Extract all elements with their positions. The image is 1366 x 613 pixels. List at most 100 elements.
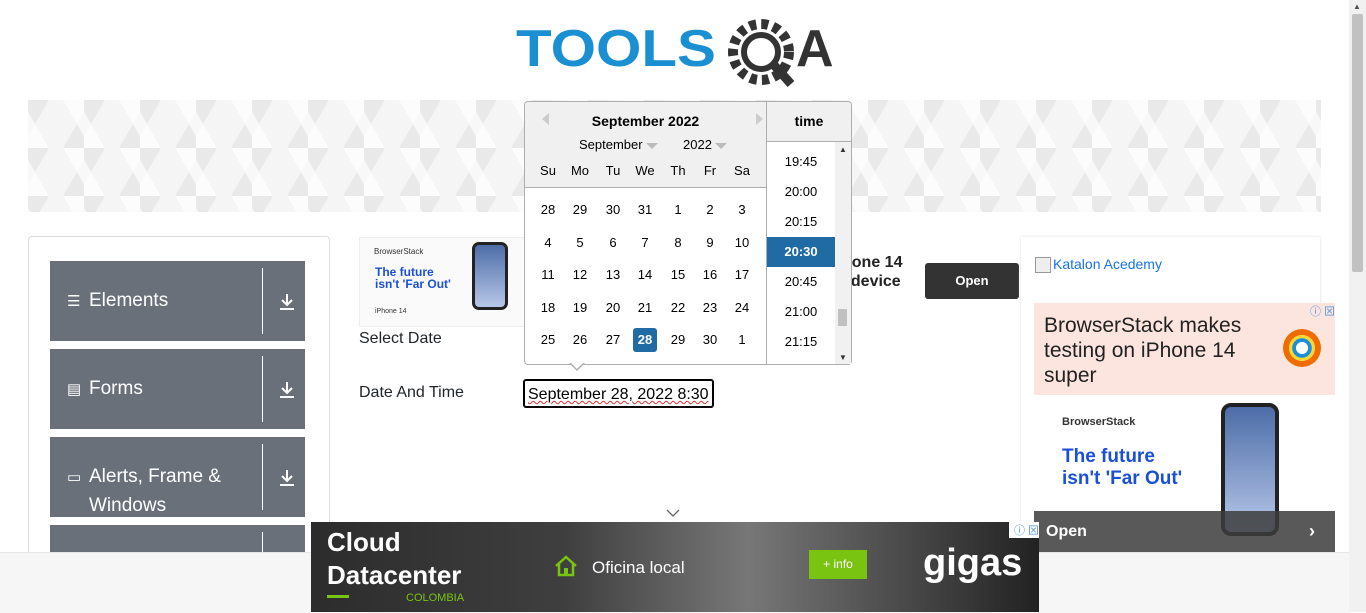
- day-name: Tu: [605, 163, 621, 178]
- window-icon: ▭: [67, 469, 82, 486]
- download-icon[interactable]: [276, 467, 298, 489]
- calendar-day[interactable]: 8: [666, 231, 690, 255]
- calendar-day[interactable]: 25: [536, 328, 560, 352]
- calendar-day[interactable]: 7: [633, 231, 657, 255]
- date-time-label: Date And Time: [359, 384, 464, 401]
- date-time-input[interactable]: September 28, 2022 8:30: [524, 380, 713, 407]
- calendar-day[interactable]: 3: [730, 198, 754, 222]
- calendar-day[interactable]: 29: [568, 198, 592, 222]
- next-month-icon[interactable]: [756, 113, 763, 125]
- ad-info-button[interactable]: + info: [809, 550, 867, 579]
- left-panel: ☰ Elements ▤ Forms ▭ Alerts, Frame & Window…: [28, 236, 330, 578]
- divider: [262, 444, 263, 510]
- calendar-day[interactable]: 5: [568, 231, 592, 255]
- calendar-day[interactable]: 15: [666, 263, 690, 287]
- time-option[interactable]: 19:45: [767, 147, 835, 177]
- calendar-day[interactable]: 17: [730, 263, 754, 287]
- accent-line: [327, 595, 349, 598]
- calendar-day[interactable]: 1: [730, 328, 754, 352]
- scroll-up-icon[interactable]: ▲: [839, 145, 847, 154]
- calendar-day[interactable]: 31: [633, 198, 657, 222]
- ad-tagline: The future isn't 'Far Out': [375, 265, 451, 291]
- ad-open-bar[interactable]: Open ›: [1034, 511, 1335, 552]
- ad-product: iPhone 14: [375, 308, 407, 315]
- day-name: Sa: [734, 163, 750, 178]
- calendar-day[interactable]: 14: [633, 263, 657, 287]
- browserstack-logo-icon: [1283, 329, 1321, 367]
- group-label: Alerts, Frame &: [89, 466, 221, 487]
- calendar-day[interactable]: 18: [536, 296, 560, 320]
- calendar-day[interactable]: 16: [698, 263, 722, 287]
- group-label: Elements: [89, 290, 169, 311]
- calendar-day[interactable]: 12: [568, 263, 592, 287]
- calendar-day[interactable]: 6: [601, 231, 625, 255]
- ad-top-section: BrowserStack makes testing on iPhone 14 …: [1034, 303, 1335, 395]
- calendar-day[interactable]: 26: [568, 328, 592, 352]
- popup-pointer-inner: [570, 362, 584, 369]
- calendar-day[interactable]: 23: [698, 296, 722, 320]
- scroll-down-icon[interactable]: ▼: [839, 353, 847, 362]
- ad-iphone-banner[interactable]: none 14 l device Open: [830, 245, 1022, 325]
- calendar-day[interactable]: 19: [568, 296, 592, 320]
- calendar-day[interactable]: 2: [698, 198, 722, 222]
- day-name: We: [635, 163, 655, 178]
- svg-text:A: A: [796, 20, 834, 78]
- calendar-day[interactable]: 10: [730, 231, 754, 255]
- scroll-thumb[interactable]: [838, 309, 847, 326]
- group-elements[interactable]: ☰ Elements: [50, 261, 305, 341]
- time-option-selected[interactable]: 20:30: [767, 237, 835, 267]
- calendar-day[interactable]: 21: [633, 296, 657, 320]
- time-option[interactable]: 21:15: [767, 327, 835, 357]
- ad-title: Cloud Datacenter: [327, 527, 462, 590]
- month-dropdown[interactable]: September: [579, 137, 658, 152]
- phone-image: [472, 242, 508, 310]
- calendar-day[interactable]: 29: [666, 328, 690, 352]
- group-forms[interactable]: ▤ Forms: [50, 349, 305, 429]
- year-dropdown[interactable]: 2022: [683, 137, 727, 152]
- document-icon: ▤: [67, 381, 82, 398]
- ad-brand-logo: gigas: [923, 542, 1023, 584]
- ad-close-icon[interactable]: ⓘ ⊠: [1009, 522, 1039, 538]
- time-option[interactable]: 21:00: [767, 297, 835, 327]
- ad-brand: BrowserStack: [374, 247, 424, 256]
- page-scrollbar[interactable]: ▲: [1349, 0, 1366, 612]
- calendar-day[interactable]: 22: [666, 296, 690, 320]
- calendar-day[interactable]: 28: [536, 198, 560, 222]
- scroll-thumb[interactable]: [1352, 14, 1363, 272]
- group-label: Forms: [89, 378, 143, 399]
- calendar-day[interactable]: 27: [601, 328, 625, 352]
- calendar-day[interactable]: 11: [536, 263, 560, 287]
- ad-open-button[interactable]: Open: [925, 263, 1019, 299]
- calendar-day[interactable]: 30: [698, 328, 722, 352]
- time-option[interactable]: 20:00: [767, 177, 835, 207]
- ad-tagline: The future isn't 'Far Out': [1062, 446, 1183, 489]
- scroll-up-icon[interactable]: ▲: [1353, 2, 1361, 11]
- calendar-day[interactable]: 13: [601, 263, 625, 287]
- calendar-day[interactable]: 20: [601, 296, 625, 320]
- picker-header: September 2022 September 2022 Su Mo Tu W…: [525, 102, 766, 188]
- ad-choices-icon[interactable]: ⓘ ⊠: [1310, 303, 1335, 319]
- ad-browserstack-large[interactable]: BrowserStack makes testing on iPhone 14 …: [1034, 303, 1335, 552]
- ad-browserstack-small[interactable]: BrowserStack The future isn't 'Far Out' i…: [359, 237, 526, 327]
- chevron-down-icon: [714, 142, 727, 149]
- calendar-day[interactable]: 30: [601, 198, 625, 222]
- download-icon[interactable]: [276, 379, 298, 401]
- calendar-day[interactable]: 24: [730, 296, 754, 320]
- calendar-day[interactable]: 4: [536, 231, 560, 255]
- katalon-academy-link[interactable]: Katalon Acedemy: [1035, 256, 1162, 274]
- divider: [262, 356, 263, 422]
- calendar-day[interactable]: 9: [698, 231, 722, 255]
- time-header: time: [767, 102, 851, 142]
- time-option[interactable]: 20:45: [767, 267, 835, 297]
- download-icon[interactable]: [276, 291, 298, 313]
- time-scrollbar[interactable]: ▲ ▼: [835, 142, 851, 364]
- chevron-down-icon[interactable]: [666, 508, 680, 518]
- calendar-day[interactable]: 1: [666, 198, 690, 222]
- time-option[interactable]: 20:15: [767, 207, 835, 237]
- divider: [262, 268, 263, 334]
- group-alerts-frame-windows[interactable]: ▭ Alerts, Frame & Windows: [50, 437, 305, 517]
- toolsqa-logo[interactable]: TOOLS A: [516, 16, 838, 92]
- select-date-label: Select Date: [359, 330, 442, 347]
- ad-gigas-banner[interactable]: Cloud Datacenter COLOMBIA Oficina local +…: [311, 522, 1039, 612]
- calendar-day-selected[interactable]: 28: [633, 328, 657, 352]
